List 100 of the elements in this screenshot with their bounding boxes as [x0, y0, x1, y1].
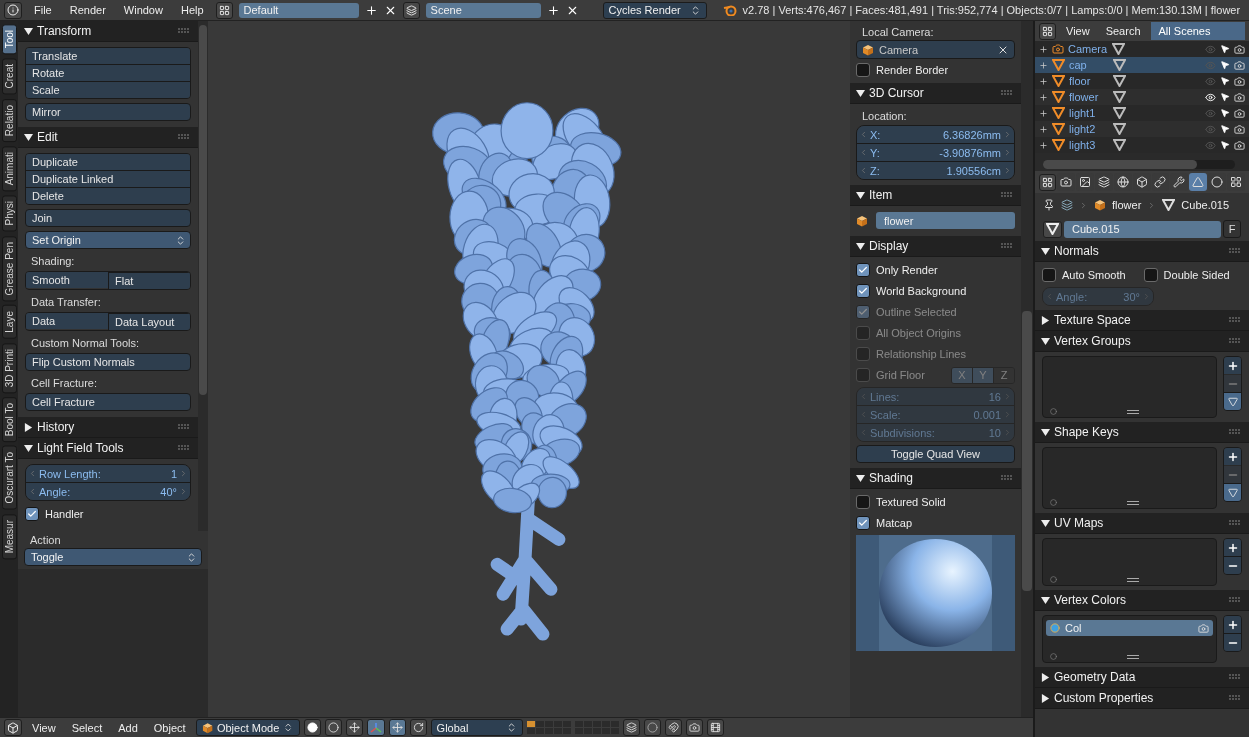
checkbox[interactable]: [856, 63, 870, 77]
property-tab[interactable]: [1189, 173, 1208, 191]
outliner-row[interactable]: light2: [1035, 121, 1249, 137]
matcap-preview[interactable]: [856, 535, 1015, 651]
editor-type-button[interactable]: [1039, 173, 1056, 191]
specials-button[interactable]: [1224, 392, 1241, 410]
menu-item[interactable]: File: [28, 4, 58, 16]
checkbox[interactable]: [1042, 268, 1056, 282]
disclosure-triangle-icon[interactable]: [1041, 672, 1050, 682]
proportional-button[interactable]: [643, 719, 661, 736]
disclosure-triangle-icon[interactable]: [24, 422, 33, 432]
tool-button[interactable]: Flat: [108, 272, 190, 289]
panel-header[interactable]: Normals: [1035, 241, 1249, 262]
editor-type-button[interactable]: [4, 1, 22, 19]
camera-icon[interactable]: [1234, 123, 1245, 135]
remove-button[interactable]: [1224, 556, 1241, 574]
menu-item[interactable]: Help: [174, 4, 210, 16]
layout-field[interactable]: Default: [238, 2, 359, 18]
display-mode-dropdown[interactable]: All Scenes: [1150, 22, 1245, 40]
outliner-row[interactable]: flower: [1035, 89, 1249, 105]
camera-icon[interactable]: [1234, 75, 1245, 87]
number-field[interactable]: Row Length: 1: [26, 465, 190, 482]
tool-button[interactable]: Smooth: [26, 272, 108, 288]
tool-tab[interactable]: Oscurart To: [1, 446, 17, 510]
panel-header[interactable]: UV Maps: [1035, 513, 1249, 534]
panel-header[interactable]: Edit: [18, 127, 198, 148]
tool-tab[interactable]: Measur: [1, 513, 17, 560]
layout-browse-button[interactable]: [215, 1, 233, 19]
panel-header[interactable]: Vertex Groups: [1035, 331, 1249, 352]
editor-type-button[interactable]: [1039, 22, 1056, 40]
plus-icon[interactable]: [364, 3, 378, 17]
disclosure-triangle-icon[interactable]: [1041, 427, 1050, 437]
mesh-name-field[interactable]: Cube.015: [1064, 220, 1221, 238]
menu-item[interactable]: Select: [65, 721, 109, 734]
tool-tab[interactable]: Laye: [1, 305, 17, 339]
tool-tab[interactable]: Physi: [1, 195, 17, 232]
panel-header[interactable]: History: [18, 417, 198, 438]
list-item[interactable]: Col: [1046, 620, 1213, 636]
dropdown[interactable]: Toggle: [24, 548, 202, 566]
disclosure-triangle-icon[interactable]: [1041, 246, 1050, 256]
manipulator-toggle[interactable]: [366, 719, 385, 736]
tool-button[interactable]: Rotate: [26, 64, 190, 81]
panel-header[interactable]: Vertex Colors: [1035, 590, 1249, 611]
mesh-browse-button[interactable]: [1043, 220, 1062, 238]
tool-tab[interactable]: Creat: [1, 58, 17, 95]
animation-button[interactable]: [706, 719, 724, 736]
scene-field[interactable]: Scene: [425, 2, 541, 18]
name-field[interactable]: flower: [876, 212, 1015, 229]
panel-header[interactable]: Transform: [18, 21, 198, 42]
specials-button[interactable]: [1224, 483, 1241, 501]
disclosure-triangle-icon[interactable]: [1041, 518, 1050, 528]
disclosure-triangle-icon[interactable]: [1041, 315, 1050, 325]
panel-header[interactable]: Light Field Tools: [18, 438, 198, 459]
disclosure-triangle-icon[interactable]: [24, 132, 33, 142]
disclosure-triangle-icon[interactable]: [1041, 595, 1050, 605]
panel-header[interactable]: Item: [850, 185, 1021, 206]
panel-header[interactable]: Display: [850, 236, 1021, 257]
pin-icon[interactable]: [1043, 199, 1055, 211]
toggle-quad-view-button[interactable]: Toggle Quad View: [856, 445, 1015, 463]
rotate-button[interactable]: [409, 719, 427, 736]
tool-button[interactable]: Mirror: [25, 103, 191, 121]
tool-tab[interactable]: Relatio: [1, 98, 17, 142]
lock-button[interactable]: [622, 719, 640, 736]
menu-item[interactable]: Render: [63, 4, 112, 16]
disclosure-triangle-icon[interactable]: [24, 443, 33, 453]
disclosure-triangle-icon[interactable]: [24, 26, 33, 36]
tool-button[interactable]: Join: [25, 209, 191, 227]
tool-button[interactable]: Duplicate: [26, 154, 190, 170]
camera-icon[interactable]: [1234, 139, 1245, 151]
editor-type-button[interactable]: [4, 719, 22, 736]
scene-browse-button[interactable]: [402, 1, 420, 19]
number-field[interactable]: Angle: 40°: [26, 482, 190, 500]
disclosure-triangle-icon[interactable]: [856, 473, 865, 483]
panel-header[interactable]: Geometry Data: [1035, 667, 1249, 688]
add-button[interactable]: [1224, 539, 1241, 556]
menu-item[interactable]: Window: [117, 4, 169, 16]
checkbox[interactable]: [856, 263, 870, 277]
disclosure-triangle-icon[interactable]: [1041, 693, 1050, 703]
disclosure-triangle-icon[interactable]: [856, 241, 865, 251]
number-field[interactable]: X: 6.36826mm: [857, 126, 1014, 143]
remove-button[interactable]: [1224, 633, 1241, 651]
menu-item[interactable]: Search: [1099, 25, 1147, 37]
camera-icon[interactable]: [1234, 91, 1245, 103]
disclosure-triangle-icon[interactable]: [1041, 336, 1050, 346]
tool-button[interactable]: Scale: [26, 81, 190, 98]
panel-header[interactable]: Texture Space: [1035, 310, 1249, 331]
add-button[interactable]: [1224, 448, 1241, 465]
number-field[interactable]: Z: 1.90556cm: [857, 161, 1014, 179]
menu-item[interactable]: View: [26, 721, 62, 734]
orientation-dropdown[interactable]: Global: [430, 719, 523, 736]
panel-header[interactable]: Shape Keys: [1035, 422, 1249, 443]
tool-tab[interactable]: Tool: [1, 24, 17, 55]
tool-tab[interactable]: 3D Printi: [1, 342, 17, 394]
object-field[interactable]: Camera: [856, 40, 1015, 59]
fake-user-button[interactable]: F: [1223, 220, 1241, 238]
menu-item[interactable]: Object: [147, 721, 192, 734]
camera-icon[interactable]: [1234, 43, 1245, 55]
render-engine-dropdown[interactable]: Cycles Render: [602, 1, 707, 19]
tool-button[interactable]: Data: [26, 313, 108, 329]
tool-button[interactable]: Data Layout: [108, 313, 190, 330]
